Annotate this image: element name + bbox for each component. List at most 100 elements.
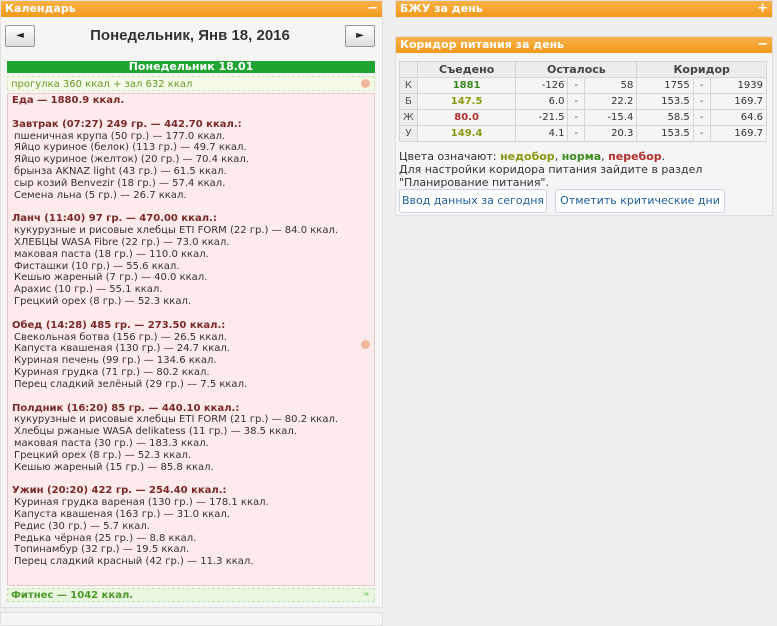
food-item: Яйцо куриное (белок) (113 гр.) — 49.7 кк… xyxy=(14,142,247,154)
bju-header[interactable]: БЖУ за день + xyxy=(396,1,772,17)
remaining-max: -15.4 xyxy=(584,109,638,126)
food-item: Хлебцы ржаные WASA delikatess (11 гр.) —… xyxy=(14,426,297,438)
remaining-dash: - xyxy=(567,77,586,94)
food-item: Фисташки (10 гр.) — 55.6 ккал. xyxy=(14,260,180,272)
food-item: маковая паста (30 гр.) — 183.3 ккал. xyxy=(14,437,209,449)
food-item: Куриная грудка (71 гр.) — 80.2 ккал. xyxy=(14,366,210,378)
corridor-dash: - xyxy=(692,125,711,142)
table-corner xyxy=(399,61,418,78)
next-day-button[interactable]: ► xyxy=(345,25,375,47)
corridor-max: 1939 xyxy=(709,77,768,94)
peach-icon xyxy=(361,340,370,349)
corridor-panel: Коридор питания за день − Съедено Остало… xyxy=(395,36,773,216)
meal-list: Завтрак (07:27) 249 гр. — 442.70 ккал.: п… xyxy=(12,119,370,568)
corridor-max: 64.6 xyxy=(709,109,768,126)
corridor-legend: Цвета означают: недобор, норма, перебор.… xyxy=(399,150,769,189)
food-item: Грецкий орех (8 гр.) — 52.3 ккал. xyxy=(14,449,192,461)
corridor-table: Съедено Осталось Коридор К 1881 -126-58 175… xyxy=(399,61,768,142)
legend-prefix: Цвета означают: xyxy=(399,150,497,163)
calendar-panel: Календарь − ◄ Понедельник, Янв 18, 2016 … xyxy=(0,0,383,608)
food-log[interactable]: Еда — 1880.9 ккал. Завтрак (07:27) 249 г… xyxy=(7,93,375,586)
eaten-value: 147.5 xyxy=(416,93,517,110)
corridor-collapse-button[interactable]: − xyxy=(757,37,768,53)
corridor-min: 153.5 xyxy=(636,125,694,142)
food-item: кукурузные и рисовые хлебцы ETI FORM (21… xyxy=(14,414,339,426)
legend-over: перебор xyxy=(608,150,662,163)
food-item: ХЛЕБЦЫ WASA Fibre (22 гр.) — 73.0 ккал. xyxy=(14,236,230,248)
remaining-dash: - xyxy=(567,125,586,142)
corridor-dash: - xyxy=(692,77,711,94)
food-item: Капуста квашеная (130 гр.) — 24.7 ккал. xyxy=(14,343,230,355)
remaining-max: 20.3 xyxy=(584,125,638,142)
activity-row[interactable]: прогулка 360 ккал + зал 632 ккал xyxy=(7,76,375,91)
calendar-collapse-button[interactable]: − xyxy=(367,1,378,17)
meal-header: Обед (14:28) 485 гр. — 273.50 ккал.: xyxy=(12,319,226,331)
remaining-min: 6.0 xyxy=(515,93,569,110)
remaining-max: 22.2 xyxy=(584,93,638,110)
corridor-dash: - xyxy=(692,109,711,126)
meal-header: Ланч (11:40) 97 гр. — 470.00 ккал.: xyxy=(12,213,217,225)
prev-day-button[interactable]: ◄ xyxy=(5,25,35,47)
food-item: Яйцо куриное (желток) (20 гр.) — 70.4 кк… xyxy=(14,154,249,166)
date-title: Понедельник, Янв 18, 2016 xyxy=(90,27,290,44)
food-item: Кешью жареный (15 гр.) — 85.8 ккал. xyxy=(14,461,214,473)
corridor-dash: - xyxy=(692,93,711,110)
food-item: Перец сладкий красный (42 гр.) — 11.3 кк… xyxy=(14,556,254,568)
day-bar[interactable]: Понедельник 18.01 xyxy=(7,61,375,73)
food-item: Свекольная ботва (156 гр.) — 26.5 ккал. xyxy=(14,331,228,343)
remaining-min: -21.5 xyxy=(515,109,569,126)
food-item: Перец сладкий зелёный (29 гр.) — 7.5 кка… xyxy=(14,378,248,390)
corridor-min: 153.5 xyxy=(636,93,694,110)
column-header-corridor: Коридор xyxy=(636,61,767,78)
food-item: пшеничная крупа (50 гр.) — 177.0 ккал. xyxy=(14,130,226,142)
corridor-row: У 149.4 4.1-20.3 153.5-169.7 xyxy=(399,125,768,142)
remaining-dash: - xyxy=(567,109,586,126)
meal-header: Завтрак (07:27) 249 гр. — 442.70 ккал.: xyxy=(12,118,242,130)
mark-critical-days-button[interactable]: Отметить критические дни xyxy=(555,189,725,213)
food-total: Еда — 1880.9 ккал. xyxy=(12,95,125,106)
bju-expand-button[interactable]: + xyxy=(757,1,768,17)
calendar-header: Календарь − xyxy=(1,1,382,17)
fitness-row[interactable]: Фитнес — 1042 ккал. ❧ xyxy=(7,588,375,602)
corridor-min: 58.5 xyxy=(636,109,694,126)
food-item: кукурузные и рисовые хлебцы ETI FORM (22… xyxy=(14,225,339,237)
food-item: Капуста квашеная (163 гр.) — 31.0 ккал. xyxy=(14,508,230,520)
food-item: Куриная грудка вареная (130 гр.) — 178.1… xyxy=(14,497,269,509)
corridor-row: К 1881 -126-58 1755-1939 xyxy=(399,77,768,94)
row-label: К xyxy=(399,77,418,94)
remaining-dash: - xyxy=(567,93,586,110)
remaining-min: -126 xyxy=(515,77,569,94)
food-item: Семена льна (5 гр.) — 26.7 ккал. xyxy=(14,189,187,201)
row-label: Ж xyxy=(399,109,418,126)
column-header-remaining: Осталось xyxy=(515,61,638,78)
legend-norm: норма xyxy=(561,150,602,163)
corridor-header: Коридор питания за день − xyxy=(396,37,772,53)
bju-panel: БЖУ за день + xyxy=(395,0,773,18)
eaten-value: 1881 xyxy=(416,77,517,94)
input-today-button[interactable]: Ввод данных за сегодня xyxy=(399,189,547,213)
corridor-min: 1755 xyxy=(636,77,694,94)
legend-under: недобор xyxy=(500,150,555,163)
remaining-max: 58 xyxy=(584,77,638,94)
peach-icon xyxy=(361,79,370,88)
food-item: сыр козий Benvezir (18 гр.) — 57.4 ккал. xyxy=(14,177,226,189)
food-item: Редька чёрная (25 гр.) — 8.8 ккал. xyxy=(14,532,197,544)
column-header-eaten: Съедено xyxy=(416,61,517,78)
meal-header: Ужин (20:20) 422 гр. — 254.40 ккал.: xyxy=(12,485,227,497)
activity-text: прогулка 360 ккал + зал 632 ккал xyxy=(11,79,193,90)
eaten-value: 80.0 xyxy=(416,109,517,126)
food-item: брынза AKNAZ light (43 гр.) — 61.5 ккал. xyxy=(14,165,227,177)
meal-header: Полдник (16:20) 85 гр. — 440.10 ккал.: xyxy=(12,402,240,414)
remaining-min: 4.1 xyxy=(515,125,569,142)
corridor-table-body: К 1881 -126-58 1755-1939 Б 147.5 6.0-22.2 153.5… xyxy=(399,77,768,142)
food-item: Арахис (10 гр.) — 55.1 ккал. xyxy=(14,284,163,296)
corridor-header-title: Коридор питания за день xyxy=(400,38,565,51)
food-item: маковая паста (18 гр.) — 110.0 ккал. xyxy=(14,248,209,260)
corridor-note: Для настройки коридора питания зайдите в… xyxy=(399,163,703,189)
food-item: Грецкий орех (8 гр.) — 52.3 ккал. xyxy=(14,295,192,307)
corridor-row: Б 147.5 6.0-22.2 153.5-169.7 xyxy=(399,93,768,110)
table-header-row: Съедено Осталось Коридор xyxy=(399,61,767,78)
corridor-row: Ж 80.0 -21.5- -15.4 58.5-64.6 xyxy=(399,109,768,126)
corridor-max: 169.7 xyxy=(709,125,768,142)
food-item: Кешью жареный (7 гр.) — 40.0 ккал. xyxy=(14,272,208,284)
